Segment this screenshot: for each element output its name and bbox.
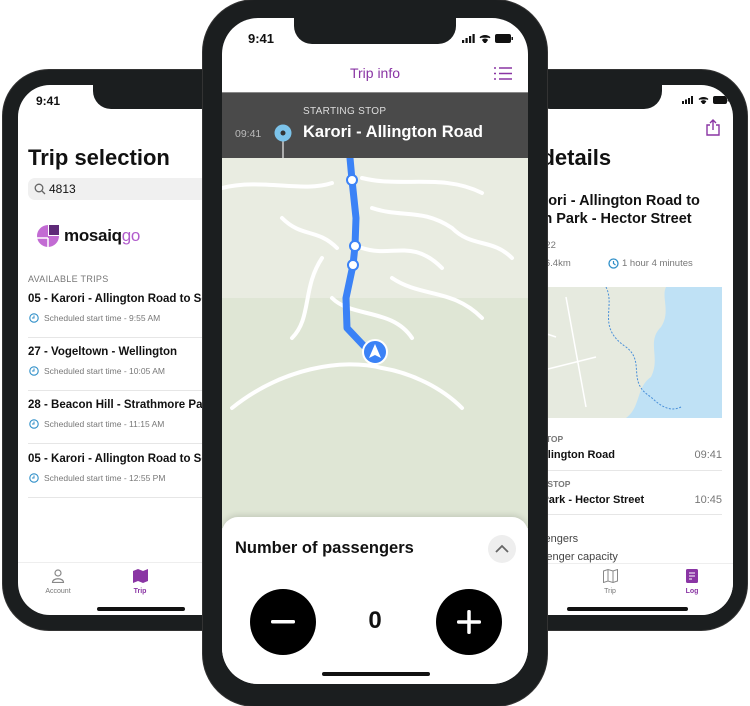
home-indicator [567, 607, 688, 611]
stop-dot [349, 240, 361, 252]
stop-name: Karori - Allington Road [303, 123, 483, 141]
clock-icon [29, 313, 39, 323]
start-time: 09:41 [694, 449, 722, 461]
tab-account[interactable]: Account [38, 569, 78, 595]
trip-info-screen: 9:41 Trip info STARTING STOP 09:41 Karor… [222, 18, 528, 684]
tab-trip[interactable]: Trip [120, 569, 160, 595]
section-label: AVAILABLE TRIPS [28, 274, 109, 284]
stop-marker-icon [274, 124, 292, 159]
mosaiqgo-logo: mosaiqgo [37, 224, 140, 248]
end-time: 10:45 [694, 494, 722, 506]
list-menu-icon[interactable] [494, 67, 512, 80]
trip-start-time: Scheduled start time - 11:15 AM [44, 419, 165, 429]
route-map[interactable] [222, 158, 528, 528]
status-time: 9:41 [36, 94, 61, 108]
collapse-button[interactable] [488, 535, 516, 563]
sheet-title: Number of passengers [235, 539, 414, 557]
center-phone: 9:41 Trip info STARTING STOP 09:41 Karor… [203, 0, 547, 706]
trip-start-time: Scheduled start time - 9:55 AM [44, 313, 161, 323]
share-icon[interactable] [706, 119, 720, 136]
current-location-icon [362, 339, 388, 365]
stop-dot [346, 174, 358, 186]
status-icons [682, 96, 729, 104]
search-icon [34, 183, 46, 195]
logo-word: mosaiq [64, 226, 122, 245]
status-icons [462, 34, 513, 43]
clock-icon [29, 366, 39, 376]
trip-start-time: Scheduled start time - 12:55 PM [44, 473, 166, 483]
logo-mark-icon [37, 225, 59, 247]
tab-label: Trip [604, 588, 616, 595]
status-time: 9:41 [248, 31, 275, 46]
trip-duration: 1 hour 4 minutes [622, 258, 693, 269]
stop-dot [347, 259, 359, 271]
battery-icon [713, 96, 729, 104]
stop-label: STARTING STOP [303, 106, 387, 117]
wifi-icon [698, 97, 709, 104]
page-title: Trip selection [28, 145, 170, 170]
tab-label: Account [45, 588, 71, 595]
map-icon [602, 568, 618, 584]
wifi-icon [479, 35, 491, 43]
map-icon [132, 569, 148, 583]
tab-label: Log [685, 588, 699, 595]
clock-icon [29, 419, 39, 429]
search-value: 4813 [49, 182, 76, 196]
chevron-up-icon [495, 544, 509, 553]
notch [294, 18, 456, 44]
tab-log[interactable]: Log [672, 569, 712, 595]
tab-label: Trip [133, 588, 147, 595]
increment-button[interactable] [436, 589, 502, 655]
trip-name: 28 - Beacon Hill - Strathmore Park [28, 399, 214, 411]
log-icon [686, 569, 698, 583]
clock-icon [29, 473, 39, 483]
timer-icon [608, 258, 619, 269]
stop-time: 09:41 [235, 128, 262, 140]
home-indicator [322, 672, 430, 676]
signal-icon [682, 96, 693, 104]
signal-icon [462, 34, 475, 43]
starting-stop-banner: STARTING STOP 09:41 Karori - Allington R… [222, 92, 528, 159]
logo-suffix: go [121, 226, 141, 245]
trip-start-time: Scheduled start time - 10:05 AM [44, 366, 165, 376]
notch [532, 85, 662, 109]
tab-trip[interactable]: Trip [590, 568, 630, 595]
home-indicator [97, 607, 185, 611]
plus-icon [457, 610, 481, 634]
battery-icon [495, 34, 513, 43]
header-title: Trip info [349, 65, 401, 81]
passengers-sheet: Number of passengers 0 [222, 517, 528, 684]
account-icon [51, 569, 65, 584]
trip-name: 27 - Vogeltown - Wellington [28, 346, 178, 358]
